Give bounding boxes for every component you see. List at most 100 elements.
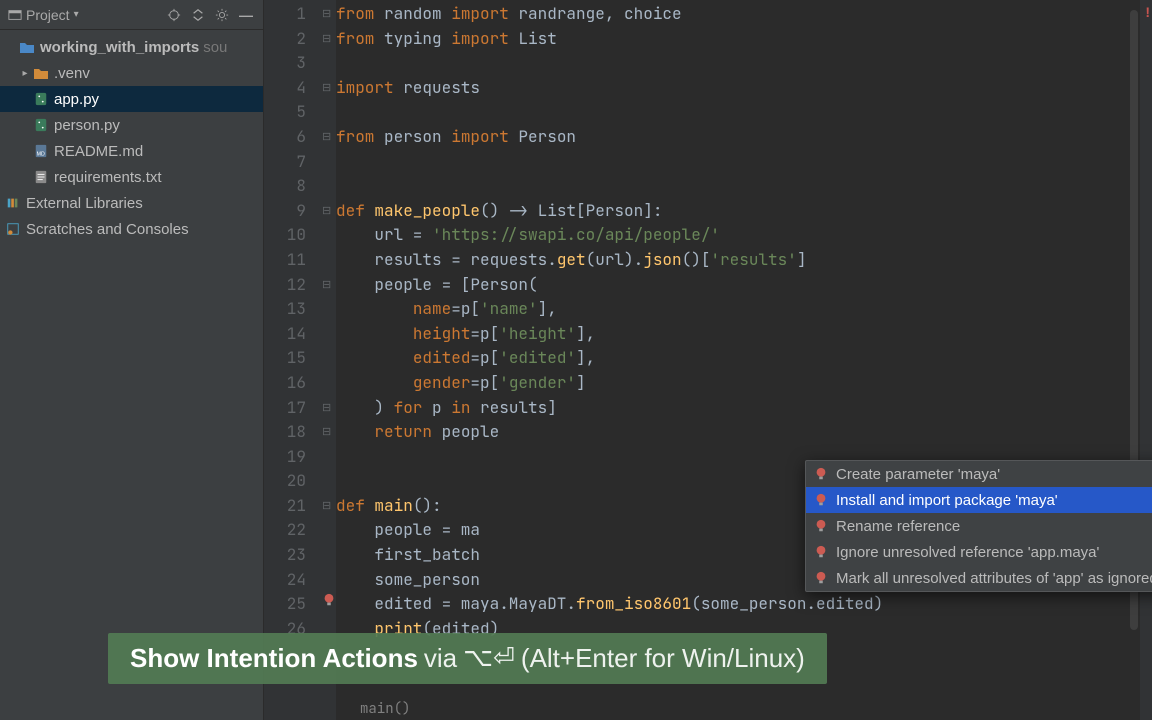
bulb-icon — [814, 519, 828, 533]
code-line[interactable] — [336, 51, 1152, 76]
line-number: 21 — [264, 494, 320, 519]
tree-external-libraries[interactable]: External Libraries — [0, 190, 263, 216]
banner-title: Show Intention Actions — [130, 643, 418, 674]
line-number: 14 — [264, 322, 320, 347]
code-line[interactable]: url = 'https://swapi.co/api/people/' — [336, 223, 1152, 248]
tree-root-label: working_with_imports — [40, 39, 199, 56]
banner-via: via — [424, 643, 457, 674]
code-line[interactable]: height=p['height'], — [336, 322, 1152, 347]
library-icon — [4, 194, 22, 212]
banner-rest: (Alt+Enter for Win/Linux) — [521, 643, 805, 674]
line-number: 15 — [264, 346, 320, 371]
tree-file-person[interactable]: person.py — [0, 112, 263, 138]
tip-banner: Show Intention Actions via ⌥⏎ (Alt+Enter… — [108, 633, 827, 684]
tree-scratches[interactable]: Scratches and Consoles — [0, 216, 263, 242]
tree-file-readme[interactable]: MD README.md — [0, 138, 263, 164]
code-line[interactable]: def make_people() -> List[Person]: — [336, 199, 1152, 224]
line-number: 6 — [264, 125, 320, 150]
tree-file-requirements[interactable]: requirements.txt — [0, 164, 263, 190]
tree-venv-label: .venv — [54, 65, 90, 82]
line-number: 18 — [264, 420, 320, 445]
tree-scratches-label: Scratches and Consoles — [26, 221, 189, 238]
fold-toggle-icon[interactable]: ⊟ — [322, 32, 331, 45]
line-number: 11 — [264, 248, 320, 273]
bulb-icon — [814, 493, 828, 507]
code-line[interactable] — [336, 100, 1152, 125]
code-line[interactable]: ) for p in results] — [336, 396, 1152, 421]
intention-item-label: Create parameter 'maya' — [836, 466, 1000, 483]
intention-item-label: Install and import package 'maya' — [836, 492, 1058, 509]
line-number: 8 — [264, 174, 320, 199]
code-line[interactable]: gender=p['gender'] — [336, 371, 1152, 396]
intention-item-label: Rename reference — [836, 518, 960, 535]
text-file-icon — [32, 168, 50, 186]
line-number: 19 — [264, 445, 320, 470]
banner-shortcut-mac: ⌥⏎ — [463, 643, 515, 674]
project-title[interactable]: Project ▾ — [8, 7, 79, 23]
intention-item[interactable]: Install and import package 'maya'▶ — [806, 487, 1152, 513]
bulb-icon — [814, 545, 828, 559]
bulb-icon — [814, 467, 828, 481]
intention-item-label: Mark all unresolved attributes of 'app' … — [836, 570, 1152, 587]
python-file-icon — [32, 116, 50, 134]
tree-root[interactable]: working_with_imports sou — [0, 34, 263, 60]
breadcrumb[interactable]: main() — [360, 700, 410, 718]
fold-toggle-icon[interactable]: ⊟ — [322, 130, 331, 143]
code-line[interactable]: import requests — [336, 76, 1152, 101]
tree-root-hint: sou — [203, 39, 227, 56]
gear-icon[interactable] — [213, 6, 231, 24]
chevron-right-icon: ▸ — [18, 68, 32, 79]
code-line[interactable]: from person import Person — [336, 125, 1152, 150]
code-line[interactable] — [336, 150, 1152, 175]
code-line[interactable]: edited=p['edited'], — [336, 346, 1152, 371]
intention-item[interactable]: Mark all unresolved attributes of 'app' … — [806, 565, 1152, 591]
code-line[interactable] — [336, 174, 1152, 199]
line-number: 7 — [264, 150, 320, 175]
line-number: 20 — [264, 469, 320, 494]
fold-toggle-icon[interactable]: ⊟ — [322, 278, 331, 291]
fold-toggle-icon[interactable]: ⊟ — [322, 7, 331, 20]
code-line[interactable]: from random import randrange, choice — [336, 2, 1152, 27]
line-number: 1 — [264, 2, 320, 27]
fold-toggle-icon[interactable]: ⊟ — [322, 81, 331, 94]
code-line[interactable]: people = [Person( — [336, 273, 1152, 298]
intention-item[interactable]: Ignore unresolved reference 'app.maya'▶ — [806, 539, 1152, 565]
line-number: 2 — [264, 27, 320, 52]
fold-toggle-icon[interactable]: ⊟ — [322, 425, 331, 438]
bulb-icon — [814, 571, 828, 585]
locate-icon[interactable] — [165, 6, 183, 24]
gutter: 1234567891011121314151617181920212223242… — [264, 0, 320, 720]
line-number: 12 — [264, 273, 320, 298]
code-line[interactable]: results = requests.get(url).json()['resu… — [336, 248, 1152, 273]
intention-item[interactable]: Create parameter 'maya'▶ — [806, 461, 1152, 487]
intention-item-label: Ignore unresolved reference 'app.maya' — [836, 544, 1099, 561]
code-line[interactable]: from typing import List — [336, 27, 1152, 52]
tree-venv[interactable]: ▸ .venv — [0, 60, 263, 86]
code-line[interactable]: return people — [336, 420, 1152, 445]
code-line[interactable]: edited = maya.MayaDT.from_iso8601(some_p… — [336, 592, 1152, 617]
editor[interactable]: 1234567891011121314151617181920212223242… — [264, 0, 1152, 720]
intention-bulb-icon[interactable] — [322, 593, 336, 607]
svg-text:MD: MD — [37, 151, 45, 157]
chevron-down-icon: ▾ — [74, 9, 79, 20]
error-stripe[interactable]: ! — [1140, 0, 1152, 720]
project-header: Project ▾ — — [0, 0, 263, 30]
intention-actions-popup: Create parameter 'maya'▶Install and impo… — [805, 460, 1152, 592]
project-tool-window: Project ▾ — working_with_imports sou ▸ .… — [0, 0, 264, 720]
fold-toggle-icon[interactable]: ⊟ — [322, 204, 331, 217]
project-tree: working_with_imports sou ▸ .venv app.py … — [0, 30, 263, 246]
expand-all-icon[interactable] — [189, 6, 207, 24]
error-indicator-icon: ! — [1145, 4, 1150, 20]
tree-file-readme-label: README.md — [54, 143, 143, 160]
tree-file-requirements-label: requirements.txt — [54, 169, 162, 186]
tree-file-person-label: person.py — [54, 117, 120, 134]
line-number: 4 — [264, 76, 320, 101]
fold-toggle-icon[interactable]: ⊟ — [322, 499, 331, 512]
tree-file-app[interactable]: app.py — [0, 86, 263, 112]
folder-icon — [18, 38, 36, 56]
hide-icon[interactable]: — — [237, 6, 255, 24]
fold-toggle-icon[interactable]: ⊟ — [322, 401, 331, 414]
code-area[interactable]: from random import randrange, choicefrom… — [336, 0, 1152, 720]
intention-item[interactable]: Rename reference▶ — [806, 513, 1152, 539]
code-line[interactable]: name=p['name'], — [336, 297, 1152, 322]
